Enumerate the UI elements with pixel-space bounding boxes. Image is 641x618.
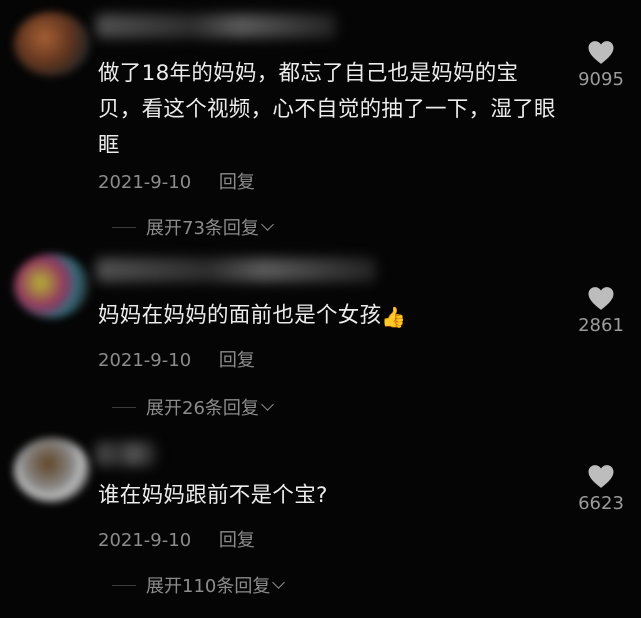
chevron-down-icon — [272, 576, 286, 589]
comment-text: 谁在妈妈跟前不是个宝? — [98, 483, 328, 508]
comment-text: 做了18年的妈妈，都忘了自己也是妈妈的宝贝，看这个视频，心不自觉的抽了一下，湿了… — [98, 61, 556, 158]
like-button[interactable]: 9095 — [566, 40, 636, 90]
like-count: 6623 — [578, 493, 624, 514]
avatar[interactable] — [14, 438, 90, 502]
expand-replies-button[interactable]: 展开26条回复 — [112, 394, 274, 420]
comment-meta: 2021-9-10 回复 — [98, 526, 255, 552]
expand-replies-label: 展开73条回复 — [146, 218, 259, 239]
heart-icon — [588, 287, 614, 310]
divider — [112, 226, 136, 228]
expand-replies-button[interactable]: 展开110条回复 — [112, 572, 286, 598]
heart-icon — [588, 465, 614, 488]
like-count: 2861 — [578, 315, 624, 336]
like-button[interactable]: 6623 — [566, 464, 636, 514]
divider — [112, 584, 136, 586]
like-count: 9095 — [578, 69, 624, 90]
expand-replies-button[interactable]: 展开73条回复 — [112, 214, 274, 240]
reply-button[interactable]: 回复 — [219, 346, 255, 372]
heart-icon — [588, 41, 614, 64]
divider — [112, 406, 136, 408]
username[interactable] — [96, 442, 156, 466]
comment-meta: 2021-9-10 回复 — [98, 346, 255, 372]
username[interactable] — [96, 258, 376, 282]
reply-button[interactable]: 回复 — [219, 526, 255, 552]
chevron-down-icon — [261, 218, 274, 231]
like-button[interactable]: 2861 — [566, 286, 636, 336]
comment-meta: 2021-9-10 回复 — [98, 168, 255, 194]
avatar[interactable] — [14, 254, 90, 318]
avatar[interactable] — [14, 12, 90, 76]
comment-text-body: 妈妈在妈妈的面前也是个女孩 — [98, 303, 382, 328]
expand-replies-label: 展开110条回复 — [146, 576, 271, 597]
chevron-down-icon — [261, 398, 274, 411]
comment-date: 2021-9-10 — [98, 350, 192, 371]
username[interactable] — [96, 14, 336, 38]
reply-button[interactable]: 回复 — [219, 168, 255, 194]
expand-replies-label: 展开26条回复 — [146, 398, 259, 419]
thumbs-up-icon: 👍 — [381, 305, 407, 329]
comment-date: 2021-9-10 — [98, 172, 192, 193]
comment-text: 妈妈在妈妈的面前也是个女孩👍 — [98, 298, 558, 335]
comment-date: 2021-9-10 — [98, 530, 192, 551]
